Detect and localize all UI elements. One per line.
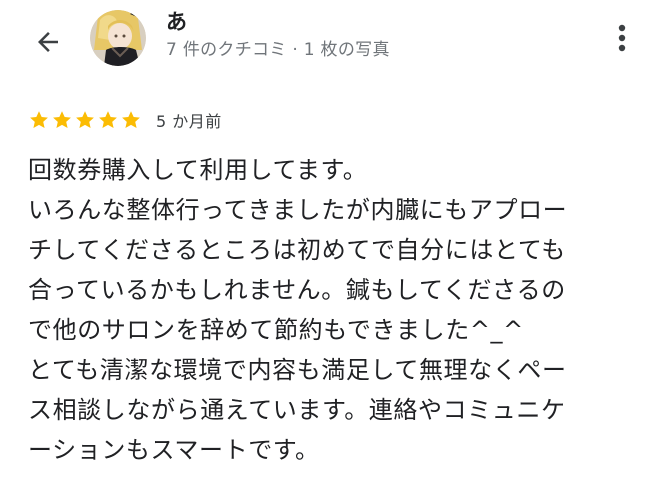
review-line: とても清潔な環境で内容も満足して無理なくペー (28, 356, 567, 384)
review-line: で他のサロンを辞めて節約もできました^_^ (28, 316, 524, 344)
review-line: チしてくださるところは初めてで自分にはとても (28, 236, 566, 264)
reviewer-name[interactable]: あ (166, 8, 187, 36)
star-icon (30, 111, 48, 128)
reviewer-avatar[interactable] (90, 10, 146, 66)
back-button[interactable] (26, 20, 70, 64)
review-time: 5 か月前 (156, 112, 222, 131)
review-header: あ 7 件のクチコミ · 1 枚の写真 (0, 0, 670, 82)
review-line: いろんな整体行ってきましたが内臓にもアプロー (28, 196, 568, 224)
review-line: ス相談しながら通えています。連絡やコミュニケ (28, 396, 566, 424)
star-icon (76, 111, 94, 128)
avatar-image (90, 10, 146, 66)
more-options-button[interactable] (606, 16, 638, 60)
review-line: ーションもスマートです。 (28, 436, 320, 464)
review-line: 合っているかもしれません。鍼もしてくださるの (28, 276, 566, 304)
reviewer-meta[interactable]: 7 件のクチコミ · 1 枚の写真 (166, 38, 390, 62)
arrow-back-icon (38, 32, 58, 52)
star-icon (122, 111, 140, 128)
rating-row: 5 か月前 (28, 106, 222, 134)
more-vert-icon (618, 24, 626, 52)
star-icon (99, 111, 117, 128)
star-icon (53, 111, 71, 128)
review-text: 回数券購入して利用してます。いろんな整体行ってきましたが内臓にもアプロー チしてく… (28, 150, 648, 470)
star-rating (28, 109, 142, 131)
review-line: 回数券購入して利用してます。 (28, 156, 368, 184)
